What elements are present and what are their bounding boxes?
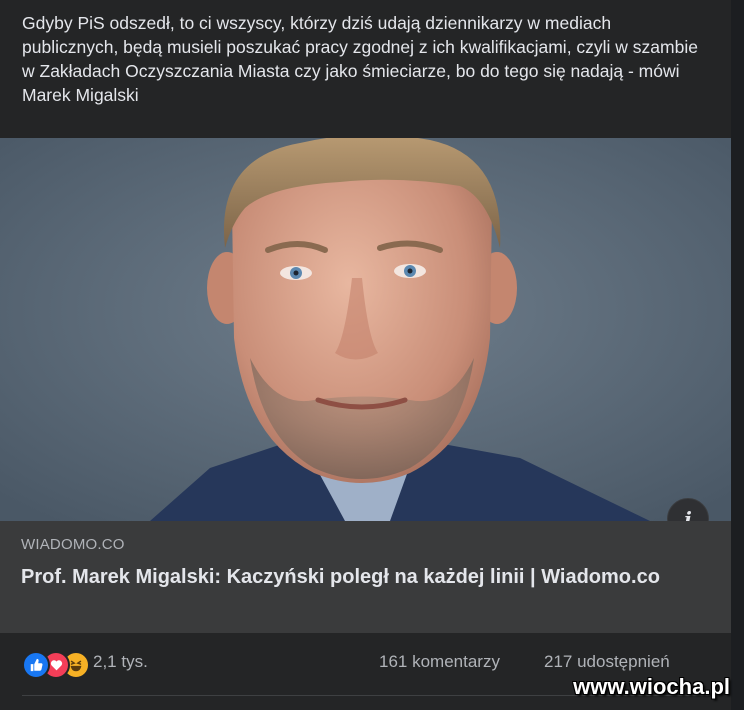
portrait-photo (0, 138, 731, 521)
reaction-count[interactable]: 2,1 tys. (93, 652, 148, 672)
facebook-post: Gdyby PiS odszedł, to ci wszyscy, którzy… (0, 0, 731, 710)
link-title[interactable]: Prof. Marek Migalski: Kaczyński poległ n… (21, 564, 701, 591)
link-preview-image[interactable] (0, 138, 731, 521)
link-preview[interactable]: WIADOMO.CO Prof. Marek Migalski: Kaczyńs… (0, 521, 731, 633)
watermark: www.wiocha.pl (573, 674, 730, 699)
like-icon (22, 651, 50, 679)
comments-count[interactable]: 161 komentarzy (379, 652, 500, 672)
link-domain: WIADOMO.CO (21, 536, 125, 553)
shares-count[interactable]: 217 udostępnień (544, 652, 670, 672)
post-caption: Gdyby PiS odszedł, to ci wszyscy, którzy… (22, 13, 698, 105)
